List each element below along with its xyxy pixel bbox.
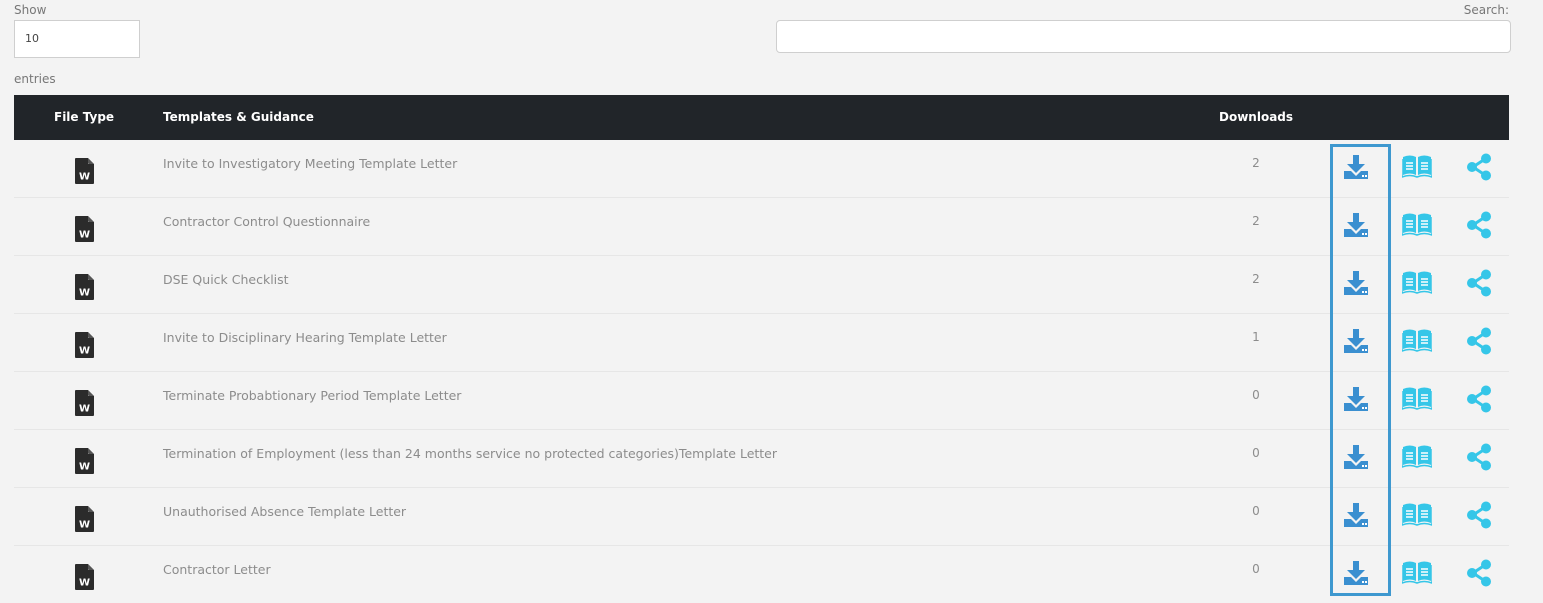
template-name[interactable]: Termination of Employment (less than 24 … [163,446,777,461]
word-document-icon: W [75,274,95,304]
svg-text:W: W [79,346,90,357]
guidance-book-icon[interactable] [1401,328,1433,356]
column-header-downloads[interactable]: Downloads [1219,95,1293,140]
word-document-icon: W [75,506,95,536]
download-count: 0 [1252,562,1260,576]
svg-text:W: W [79,172,90,183]
guidance-book-icon[interactable] [1401,212,1433,240]
template-name[interactable]: Terminate Probabtionary Period Template … [163,388,461,403]
svg-text:W: W [79,404,90,415]
svg-text:W: W [79,230,90,241]
guidance-book-icon[interactable] [1401,502,1433,530]
share-icon[interactable] [1466,559,1492,591]
share-icon[interactable] [1466,443,1492,475]
table-row: W Terminate Probabtionary Period Templat… [14,372,1509,430]
download-count: 0 [1252,446,1260,460]
word-document-icon: W [75,448,95,478]
download-icon[interactable] [1342,385,1370,417]
guidance-book-icon[interactable] [1401,270,1433,298]
share-icon[interactable] [1466,327,1492,359]
svg-text:W: W [79,288,90,299]
table-header: File Type Templates & Guidance Downloads [14,95,1509,140]
download-icon[interactable] [1342,153,1370,185]
download-count: 0 [1252,388,1260,402]
table-row: W Invite to Investigatory Meeting Templa… [14,140,1509,198]
table-row: W Contractor Letter 0 [14,546,1509,603]
template-name[interactable]: Contractor Letter [163,562,271,577]
download-count: 1 [1252,330,1260,344]
svg-text:W: W [79,520,90,531]
word-document-icon: W [75,158,95,188]
download-count: 2 [1252,156,1260,170]
svg-text:W: W [79,578,90,589]
share-icon[interactable] [1466,211,1492,243]
table-row: W DSE Quick Checklist 2 [14,256,1509,314]
table-row: W Termination of Employment (less than 2… [14,430,1509,488]
table-row: W Invite to Disciplinary Hearing Templat… [14,314,1509,372]
entries-label: entries [14,72,56,86]
table-body: W Invite to Investigatory Meeting Templa… [14,140,1509,603]
guidance-book-icon[interactable] [1401,560,1433,588]
download-icon[interactable] [1342,211,1370,243]
template-name[interactable]: Unauthorised Absence Template Letter [163,504,406,519]
word-document-icon: W [75,332,95,362]
download-icon[interactable] [1342,559,1370,591]
download-icon[interactable] [1342,269,1370,301]
template-name[interactable]: Invite to Disciplinary Hearing Template … [163,330,447,345]
download-count: 0 [1252,504,1260,518]
guidance-book-icon[interactable] [1401,386,1433,414]
word-document-icon: W [75,390,95,420]
table-row: W Contractor Control Questionnaire 2 [14,198,1509,256]
template-name[interactable]: Invite to Investigatory Meeting Template… [163,156,457,171]
entries-per-page-select[interactable]: 10 [14,20,140,58]
guidance-book-icon[interactable] [1401,154,1433,182]
download-icon[interactable] [1342,443,1370,475]
share-icon[interactable] [1466,153,1492,185]
search-label: Search: [1463,3,1509,17]
template-name[interactable]: Contractor Control Questionnaire [163,214,370,229]
column-header-templates[interactable]: Templates & Guidance [163,95,314,140]
download-icon[interactable] [1342,327,1370,359]
share-icon[interactable] [1466,501,1492,533]
word-document-icon: W [75,216,95,246]
download-count: 2 [1252,272,1260,286]
table-row: W Unauthorised Absence Template Letter 0 [14,488,1509,546]
search-input[interactable] [776,20,1511,53]
svg-text:W: W [79,462,90,473]
guidance-book-icon[interactable] [1401,444,1433,472]
download-count: 2 [1252,214,1260,228]
share-icon[interactable] [1466,269,1492,301]
template-name[interactable]: DSE Quick Checklist [163,272,289,287]
column-header-file-type[interactable]: File Type [54,95,114,140]
word-document-icon: W [75,564,95,594]
share-icon[interactable] [1466,385,1492,417]
download-icon[interactable] [1342,501,1370,533]
show-label: Show [14,3,47,17]
